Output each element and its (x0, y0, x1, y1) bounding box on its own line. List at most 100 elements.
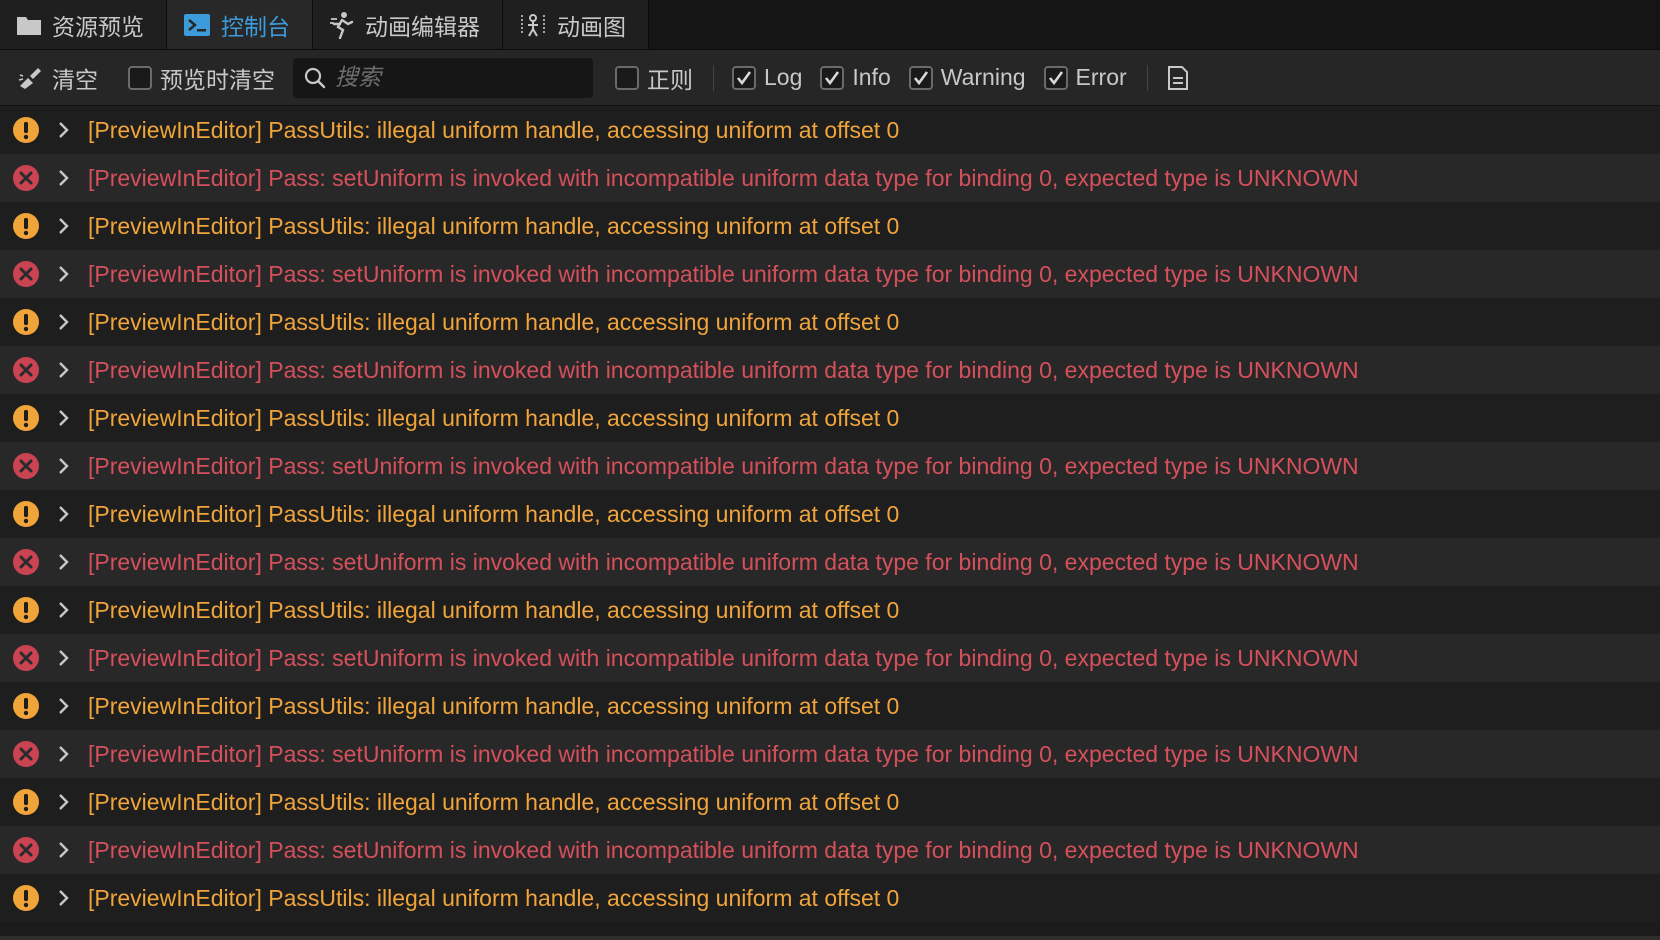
broom-icon (18, 67, 41, 89)
info-checkbox[interactable] (820, 65, 845, 90)
warning-icon (13, 885, 39, 911)
chevron-right-icon[interactable] (54, 600, 74, 620)
log-row[interactable]: [PreviewInEditor] Pass: setUniform is in… (0, 826, 1660, 874)
search-box[interactable] (293, 57, 593, 98)
checkmark-icon (1048, 70, 1063, 85)
chevron-right-icon[interactable] (54, 504, 74, 524)
running-figure-icon (330, 11, 354, 39)
log-message: [PreviewInEditor] PassUtils: illegal uni… (88, 884, 900, 911)
log-row[interactable]: [PreviewInEditor] Pass: setUniform is in… (0, 250, 1660, 298)
log-message: [PreviewInEditor] Pass: setUniform is in… (88, 356, 1359, 383)
chevron-right-icon[interactable] (54, 168, 74, 188)
warning-icon (13, 501, 39, 527)
log-message: [PreviewInEditor] PassUtils: illegal uni… (88, 116, 900, 143)
clear-label: 清空 (52, 66, 98, 93)
chevron-right-icon[interactable] (54, 840, 74, 860)
log-filter-toggle[interactable]: Log (732, 64, 802, 91)
chevron-right-icon[interactable] (54, 648, 74, 668)
log-message: [PreviewInEditor] PassUtils: illegal uni… (88, 500, 900, 527)
warning-icon (13, 693, 39, 719)
checkmark-icon (825, 70, 840, 85)
log-message: [PreviewInEditor] PassUtils: illegal uni… (88, 404, 900, 431)
log-message: [PreviewInEditor] PassUtils: illegal uni… (88, 596, 900, 623)
log-row[interactable]: [PreviewInEditor] Pass: setUniform is in… (0, 634, 1660, 682)
search-icon (304, 67, 326, 88)
error-icon (13, 837, 39, 863)
error-icon (13, 549, 39, 575)
regex-toggle[interactable]: 正则 (615, 61, 693, 95)
chevron-right-icon[interactable] (54, 216, 74, 236)
log-message: [PreviewInEditor] PassUtils: illegal uni… (88, 308, 900, 335)
tab-assets-preview[interactable]: 资源预览 (0, 0, 167, 49)
log-message: [PreviewInEditor] PassUtils: illegal uni… (88, 212, 900, 239)
chevron-right-icon[interactable] (54, 456, 74, 476)
log-message: [PreviewInEditor] PassUtils: illegal uni… (88, 692, 900, 719)
log-row[interactable]: [PreviewInEditor] PassUtils: illegal uni… (0, 202, 1660, 250)
open-log-file-button[interactable] (1166, 65, 1190, 91)
clear-on-preview-toggle[interactable]: 预览时清空 (128, 61, 275, 95)
log-row[interactable]: [PreviewInEditor] PassUtils: illegal uni… (0, 490, 1660, 538)
log-row[interactable]: [PreviewInEditor] PassUtils: illegal uni… (0, 778, 1660, 826)
clear-on-preview-label: 预览时清空 (160, 66, 275, 93)
terminal-icon (184, 13, 210, 36)
error-icon (13, 453, 39, 479)
error-filter-toggle[interactable]: Error (1043, 64, 1127, 91)
log-label: Log (764, 64, 803, 90)
log-row[interactable]: [PreviewInEditor] Pass: setUniform is in… (0, 154, 1660, 202)
log-message: [PreviewInEditor] Pass: setUniform is in… (88, 164, 1359, 191)
chevron-right-icon[interactable] (54, 696, 74, 716)
chevron-right-icon[interactable] (54, 408, 74, 428)
log-row[interactable]: [PreviewInEditor] Pass: setUniform is in… (0, 538, 1660, 586)
tab-animation-editor[interactable]: 动画编辑器 (313, 0, 503, 49)
warning-icon (13, 117, 39, 143)
animation-graph-icon (521, 13, 545, 36)
checkmark-icon (736, 70, 752, 85)
warning-filter-toggle[interactable]: Warning (908, 64, 1026, 91)
error-icon (13, 741, 39, 767)
log-row[interactable]: [PreviewInEditor] Pass: setUniform is in… (0, 730, 1660, 778)
log-row[interactable]: [PreviewInEditor] PassUtils: illegal uni… (0, 298, 1660, 346)
chevron-right-icon[interactable] (54, 264, 74, 284)
log-message: [PreviewInEditor] Pass: setUniform is in… (88, 644, 1359, 671)
tab-label: 动画编辑器 (365, 13, 480, 40)
chevron-right-icon[interactable] (54, 744, 74, 764)
regex-checkbox[interactable] (615, 65, 639, 90)
log-row[interactable]: [PreviewInEditor] PassUtils: illegal uni… (0, 586, 1660, 634)
search-input[interactable] (335, 64, 575, 91)
scrollbar-track[interactable] (0, 936, 1660, 940)
log-row[interactable]: [PreviewInEditor] PassUtils: illegal uni… (0, 106, 1660, 154)
toolbar-divider (1146, 64, 1148, 91)
console-log-list[interactable]: [PreviewInEditor] PassUtils: illegal uni… (0, 106, 1660, 936)
panel-tab-bar: 资源预览 控制台 动画编辑器 动画图 (0, 0, 1660, 50)
chevron-right-icon[interactable] (54, 552, 74, 572)
info-filter-toggle[interactable]: Info (820, 64, 891, 91)
clear-button[interactable]: 清空 (18, 61, 98, 95)
chevron-right-icon[interactable] (54, 312, 74, 332)
log-checkbox[interactable] (732, 65, 756, 90)
warning-label: Warning (940, 64, 1026, 90)
warning-icon (13, 213, 39, 239)
log-message: [PreviewInEditor] Pass: setUniform is in… (88, 740, 1359, 767)
folder-icon (17, 16, 41, 35)
error-checkbox[interactable] (1043, 65, 1068, 90)
log-row[interactable]: [PreviewInEditor] Pass: setUniform is in… (0, 346, 1660, 394)
warning-checkbox[interactable] (908, 65, 933, 90)
chevron-right-icon[interactable] (54, 888, 74, 908)
warning-icon (13, 405, 39, 431)
error-icon (13, 357, 39, 383)
error-label: Error (1075, 64, 1127, 90)
log-row[interactable]: [PreviewInEditor] PassUtils: illegal uni… (0, 394, 1660, 442)
warning-icon (13, 597, 39, 623)
log-row[interactable]: [PreviewInEditor] PassUtils: illegal uni… (0, 682, 1660, 730)
tab-console[interactable]: 控制台 (167, 0, 313, 49)
checkmark-icon (913, 70, 928, 85)
chevron-right-icon[interactable] (54, 360, 74, 380)
log-row[interactable]: [PreviewInEditor] PassUtils: illegal uni… (0, 874, 1660, 922)
tab-animation-graph[interactable]: 动画图 (503, 0, 649, 49)
log-row[interactable]: [PreviewInEditor] Pass: setUniform is in… (0, 442, 1660, 490)
clear-on-preview-checkbox[interactable] (128, 65, 152, 90)
chevron-right-icon[interactable] (54, 792, 74, 812)
chevron-right-icon[interactable] (54, 120, 74, 140)
regex-label: 正则 (647, 66, 693, 93)
error-icon (13, 261, 39, 287)
